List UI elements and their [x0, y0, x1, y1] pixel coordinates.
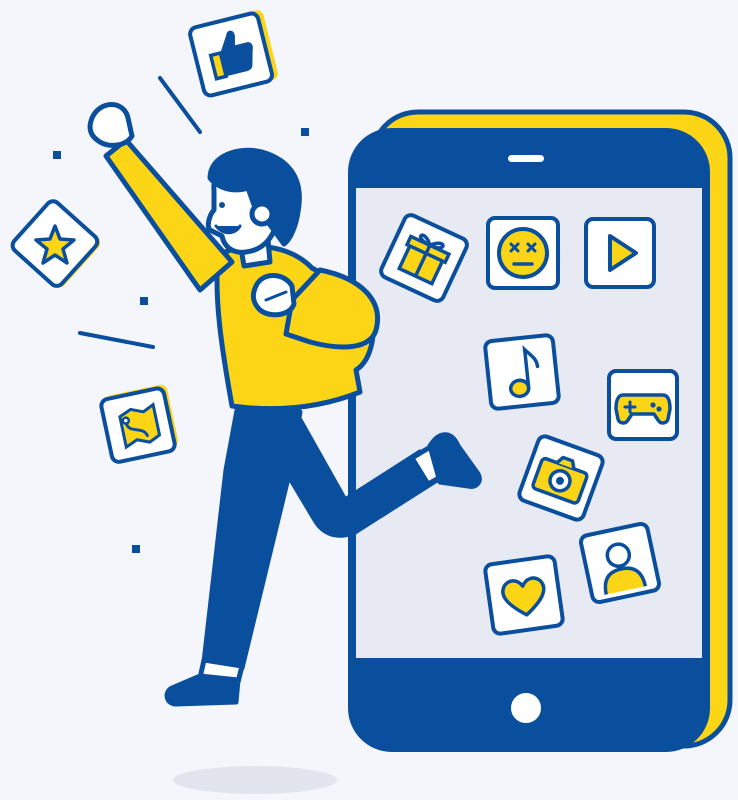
play-icon[interactable] [584, 217, 656, 289]
map-icon [99, 384, 178, 464]
ear [249, 201, 275, 227]
music-note-icon[interactable] [483, 333, 561, 411]
home-button[interactable] [507, 689, 545, 727]
user-icon[interactable] [578, 521, 662, 605]
star-icon [10, 199, 101, 288]
thumbs-up-icon [188, 10, 278, 98]
gamepad-icon[interactable] [607, 369, 679, 441]
phone-speaker [508, 155, 544, 162]
floor-shadow [173, 766, 337, 794]
emoji-face-icon[interactable] [486, 216, 560, 290]
illustration [10, 10, 733, 794]
front-fist [250, 273, 297, 318]
front-shoe [164, 673, 241, 707]
front-leg [201, 402, 303, 671]
heart-icon[interactable] [483, 554, 565, 636]
eye [219, 202, 225, 208]
raised-fist [87, 102, 135, 148]
